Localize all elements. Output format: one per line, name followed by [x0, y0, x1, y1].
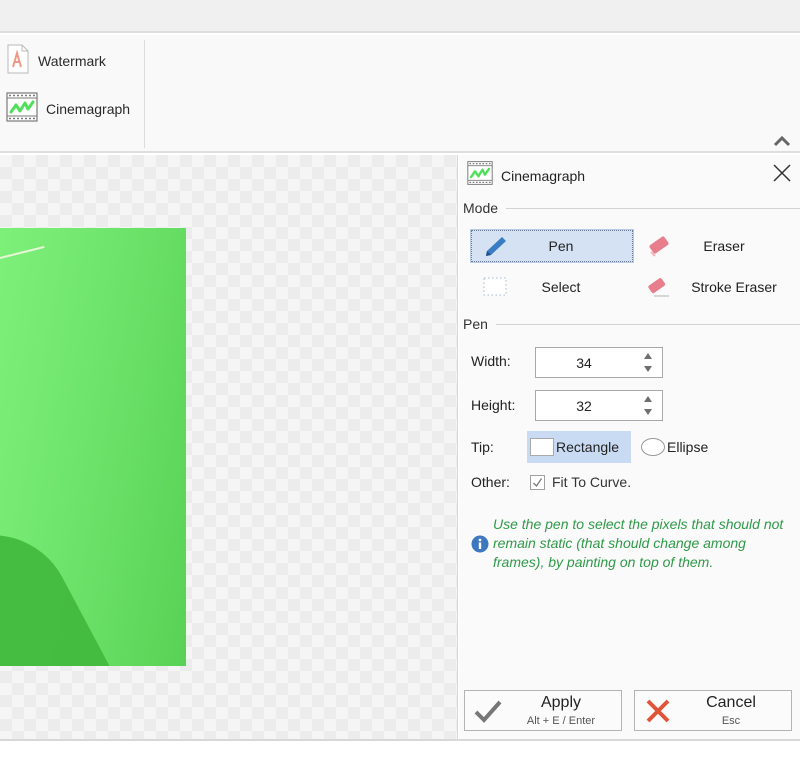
checkbox-box[interactable]	[530, 474, 545, 490]
cancel-shortcut: Esc	[721, 715, 741, 727]
width-increment-button[interactable]	[644, 353, 652, 359]
mode-select-label: Select	[541, 279, 581, 295]
mode-eraser-label: Eraser	[703, 238, 745, 254]
other-label: Other:	[471, 474, 510, 490]
panel-header: Cinemagraph	[467, 160, 585, 191]
tip-label: Tip:	[471, 439, 494, 455]
height-increment-button[interactable]	[644, 396, 652, 402]
width-stepper[interactable]	[535, 347, 663, 378]
height-stepper[interactable]	[535, 390, 663, 421]
mode-group: Mode	[463, 200, 800, 216]
ribbon-separator	[144, 40, 145, 148]
cinemagraph-panel: Cinemagraph Mode Pen Eraser Select Strok…	[459, 155, 800, 739]
eraser-icon	[644, 234, 672, 258]
mode-group-label: Mode	[463, 200, 499, 216]
info-message: Use the pen to select the pixels that sh…	[471, 515, 791, 572]
cross-icon	[643, 697, 673, 725]
tip-ellipse-label: Ellipse	[667, 439, 709, 455]
cancel-button[interactable]: Cancel Esc	[634, 690, 792, 731]
info-text: Use the pen to select the pixels that sh…	[493, 516, 784, 570]
watermark-icon	[6, 44, 30, 79]
mode-select-button[interactable]: Select	[471, 271, 633, 303]
pen-icon	[482, 234, 510, 258]
select-rectangle-icon	[481, 275, 509, 299]
width-input[interactable]	[536, 348, 632, 377]
ribbon-cinemagraph-label: Cinemagraph	[46, 101, 131, 117]
fit-to-curve-checkbox[interactable]: Fit To Curve.	[530, 474, 631, 490]
fit-to-curve-label: Fit To Curve.	[552, 474, 632, 490]
pen-group: Pen	[463, 316, 800, 332]
editor-canvas[interactable]	[0, 155, 458, 739]
width-label: Width:	[471, 353, 511, 369]
panel-title: Cinemagraph	[501, 167, 586, 184]
mode-pen-button[interactable]: Pen	[470, 229, 634, 263]
mode-stroke-eraser-button[interactable]: Stroke Eraser	[634, 271, 796, 303]
apply-label: Apply	[540, 694, 582, 711]
mode-stroke-eraser-label: Stroke Eraser	[691, 279, 777, 295]
ellipse-tip-icon	[641, 438, 665, 456]
height-label: Height:	[471, 397, 516, 413]
apply-shortcut: Alt + E / Enter	[526, 715, 596, 727]
divider	[495, 323, 800, 325]
image-highlight	[0, 245, 45, 261]
tip-ellipse-option[interactable]: Ellipse	[641, 431, 708, 463]
ribbon-cinemagraph-button[interactable]: Cinemagraph	[6, 91, 131, 127]
mode-pen-label: Pen	[548, 238, 574, 254]
tip-rectangle-option[interactable]: Rectangle	[527, 431, 631, 463]
checkmark-icon	[473, 697, 503, 725]
ribbon-watermark-button[interactable]: Watermark	[6, 44, 106, 78]
height-input[interactable]	[536, 391, 632, 420]
image-shadow	[0, 506, 119, 666]
cancel-label: Cancel	[706, 694, 756, 711]
ribbon-watermark-label: Watermark	[38, 53, 106, 69]
pen-group-label: Pen	[463, 316, 488, 332]
cinemagraph-icon	[467, 160, 493, 191]
height-decrement-button[interactable]	[644, 409, 652, 415]
cinemagraph-icon	[6, 91, 38, 127]
apply-button[interactable]: Apply Alt + E / Enter	[464, 690, 622, 731]
bottom-divider	[0, 739, 800, 741]
stroke-eraser-icon	[644, 275, 672, 299]
rectangle-tip-icon	[530, 438, 554, 456]
close-panel-button[interactable]	[772, 163, 792, 183]
chevron-up-icon	[773, 135, 791, 147]
close-icon	[773, 164, 791, 182]
title-bar	[0, 0, 800, 33]
frame-image[interactable]	[0, 228, 186, 666]
checkmark-icon	[533, 477, 543, 487]
collapse-ribbon-button[interactable]	[772, 133, 792, 149]
mode-eraser-button[interactable]: Eraser	[634, 230, 796, 262]
width-decrement-button[interactable]	[644, 366, 652, 372]
info-icon	[471, 535, 489, 553]
divider	[506, 207, 800, 209]
ribbon: Watermark Cinemagraph	[0, 35, 800, 153]
tip-rectangle-label: Rectangle	[556, 439, 620, 455]
